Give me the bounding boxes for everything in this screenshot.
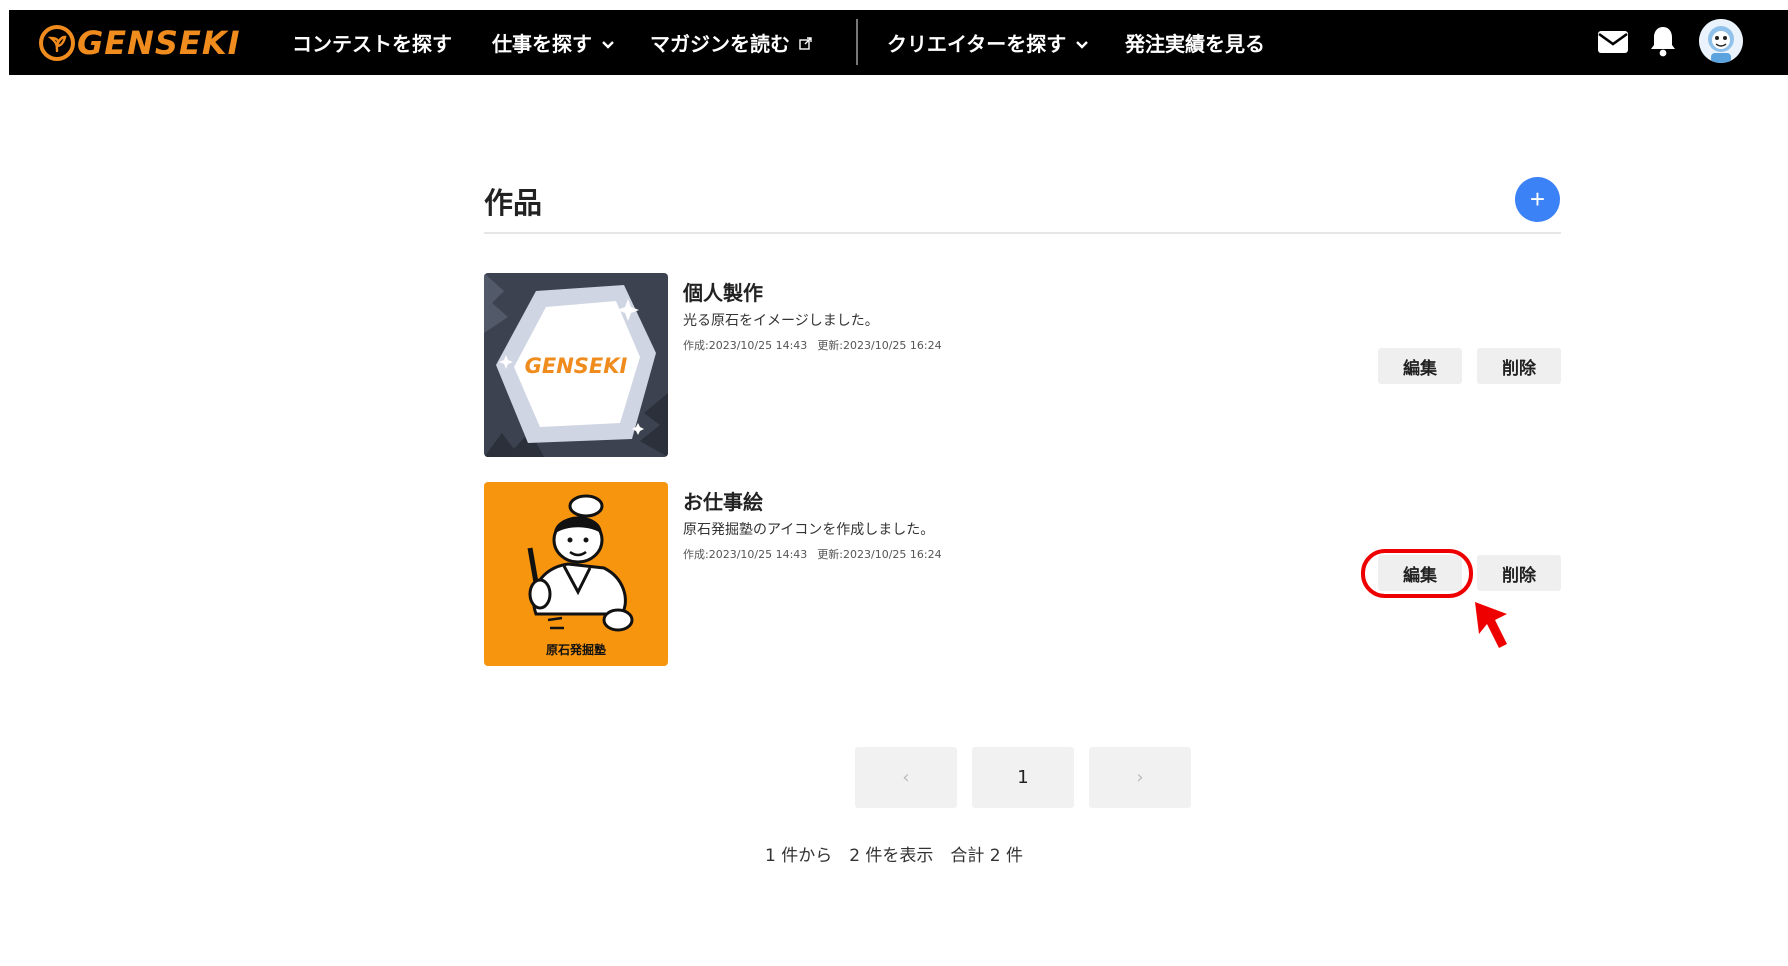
edit-button[interactable]: 編集 [1378,348,1462,384]
thumb-caption: 原石発掘塾 [546,642,606,657]
top-navigation-bar: GENSEKI コンテストを探す 仕事を探す マガジンを読む クリエイターを探す… [9,10,1788,75]
nav-label: 発注実績を見る [1125,32,1265,56]
nav-order-records[interactable]: 発注実績を見る [1125,10,1265,75]
updated-at: 更新:2023/10/25 16:24 [817,339,942,352]
nav-find-job[interactable]: 仕事を探す [492,10,615,75]
work-thumbnail[interactable]: 原石発掘塾 [484,482,668,666]
nav-label: マガジンを読む [650,32,790,56]
chevron-down-icon [1075,31,1089,55]
work-thumbnail[interactable]: GENSEKI [484,273,668,457]
work-list-item: GENSEKI 個人製作 光る原石をイメージしました。 作成:2023/10/2… [484,273,1561,457]
work-timestamps: 作成:2023/10/25 14:43 更新:2023/10/25 16:24 [683,337,942,353]
pagination-next-button[interactable]: › [1089,747,1191,808]
thumb-logo-text: GENSEKI [525,354,628,378]
genseki-logo[interactable]: GENSEKI [39,23,241,63]
logo-text: GENSEKI [77,24,241,62]
nav-label: クリエイターを探す [887,32,1067,56]
avatar[interactable] [1699,19,1743,63]
nav-find-creator[interactable]: クリエイターを探す [887,10,1089,75]
created-at: 作成:2023/10/25 14:43 [683,548,808,561]
nav-find-contest[interactable]: コンテストを探す [292,10,452,75]
external-link-icon [799,31,812,55]
work-description: 光る原石をイメージしました。 [683,313,879,329]
title-divider [484,232,1561,234]
created-at: 作成:2023/10/25 14:43 [683,339,808,352]
edit-button[interactable]: 編集 [1378,555,1462,591]
work-title: お仕事絵 [683,490,763,514]
page-title: 作品 [484,186,543,220]
work-timestamps: 作成:2023/10/25 14:43 更新:2023/10/25 16:24 [683,546,942,562]
nav-divider [856,19,858,65]
chevron-left-icon: ‹ [902,767,910,788]
pointer-arrow-icon [1473,600,1513,654]
leaf-logo-icon [39,25,75,61]
delete-button[interactable]: 削除 [1477,555,1561,591]
bell-icon[interactable] [1649,25,1677,61]
work-title: 個人製作 [683,281,763,305]
pagination-prev-button[interactable]: ‹ [855,747,957,808]
pagination-page-1[interactable]: 1 [972,747,1074,808]
updated-at: 更新:2023/10/25 16:24 [817,548,942,561]
pagination-summary: 1 件から 2 件を表示 合計 2 件 [764,846,1024,866]
nav-read-magazine[interactable]: マガジンを読む [650,10,812,75]
chevron-right-icon: › [1136,767,1144,788]
nav-label: 仕事を探す [492,32,592,56]
work-description: 原石発掘塾のアイコンを作成しました。 [683,522,935,538]
chevron-down-icon [601,31,615,55]
mail-icon[interactable] [1597,29,1629,59]
work-list-item: 原石発掘塾 お仕事絵 原石発掘塾のアイコンを作成しました。 作成:2023/10… [484,482,1561,666]
delete-button[interactable]: 削除 [1477,348,1561,384]
nav-label: コンテストを探す [292,32,452,56]
add-work-button[interactable]: + [1515,177,1560,222]
